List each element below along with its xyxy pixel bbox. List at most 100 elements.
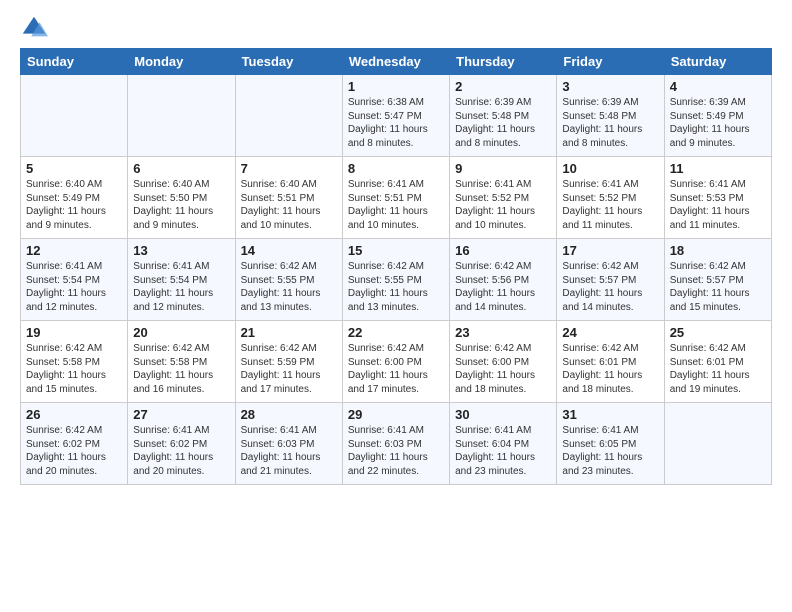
calendar-table: SundayMondayTuesdayWednesdayThursdayFrid… — [20, 48, 772, 485]
weekday-header-sunday: Sunday — [21, 49, 128, 75]
empty-cell — [664, 403, 771, 485]
day-number: 30 — [455, 407, 551, 422]
day-info: Sunrise: 6:40 AMSunset: 5:49 PMDaylight:… — [26, 178, 122, 232]
header — [20, 10, 772, 42]
day-info: Sunrise: 6:42 AMSunset: 5:58 PMDaylight:… — [133, 342, 229, 396]
empty-cell — [128, 75, 235, 157]
day-cell-8: 8 Sunrise: 6:41 AMSunset: 5:51 PMDaylight… — [342, 157, 449, 239]
day-info: Sunrise: 6:42 AMSunset: 6:00 PMDaylight:… — [455, 342, 551, 396]
day-cell-26: 26 Sunrise: 6:42 AMSunset: 6:02 PMDayligh… — [21, 403, 128, 485]
day-cell-4: 4 Sunrise: 6:39 AMSunset: 5:49 PMDaylight… — [664, 75, 771, 157]
day-cell-19: 19 Sunrise: 6:42 AMSunset: 5:58 PMDayligh… — [21, 321, 128, 403]
day-number: 7 — [241, 161, 337, 176]
day-info: Sunrise: 6:41 AMSunset: 6:05 PMDaylight:… — [562, 424, 658, 478]
day-cell-7: 7 Sunrise: 6:40 AMSunset: 5:51 PMDaylight… — [235, 157, 342, 239]
day-info: Sunrise: 6:41 AMSunset: 5:52 PMDaylight:… — [455, 178, 551, 232]
day-cell-11: 11 Sunrise: 6:41 AMSunset: 5:53 PMDayligh… — [664, 157, 771, 239]
day-number: 13 — [133, 243, 229, 258]
day-cell-12: 12 Sunrise: 6:41 AMSunset: 5:54 PMDayligh… — [21, 239, 128, 321]
weekday-header-thursday: Thursday — [450, 49, 557, 75]
day-number: 2 — [455, 79, 551, 94]
logo-icon — [20, 14, 48, 42]
day-cell-16: 16 Sunrise: 6:42 AMSunset: 5:56 PMDayligh… — [450, 239, 557, 321]
day-info: Sunrise: 6:41 AMSunset: 6:02 PMDaylight:… — [133, 424, 229, 478]
day-number: 16 — [455, 243, 551, 258]
day-cell-3: 3 Sunrise: 6:39 AMSunset: 5:48 PMDaylight… — [557, 75, 664, 157]
day-cell-14: 14 Sunrise: 6:42 AMSunset: 5:55 PMDayligh… — [235, 239, 342, 321]
day-number: 5 — [26, 161, 122, 176]
day-info: Sunrise: 6:40 AMSunset: 5:51 PMDaylight:… — [241, 178, 337, 232]
day-number: 25 — [670, 325, 766, 340]
weekday-header-wednesday: Wednesday — [342, 49, 449, 75]
day-cell-10: 10Sunrise: 6:41 AMSunset: 5:52 PMDayligh… — [557, 157, 664, 239]
day-cell-18: 18Sunrise: 6:42 AMSunset: 5:57 PMDayligh… — [664, 239, 771, 321]
day-info: Sunrise: 6:41 AMSunset: 6:03 PMDaylight:… — [241, 424, 337, 478]
day-info: Sunrise: 6:41 AMSunset: 6:03 PMDaylight:… — [348, 424, 444, 478]
day-cell-27: 27Sunrise: 6:41 AMSunset: 6:02 PMDayligh… — [128, 403, 235, 485]
day-cell-1: 1 Sunrise: 6:38 AMSunset: 5:47 PMDaylight… — [342, 75, 449, 157]
day-number: 9 — [455, 161, 551, 176]
day-info: Sunrise: 6:42 AMSunset: 5:59 PMDaylight:… — [241, 342, 337, 396]
day-number: 23 — [455, 325, 551, 340]
day-number: 8 — [348, 161, 444, 176]
day-number: 24 — [562, 325, 658, 340]
day-number: 31 — [562, 407, 658, 422]
day-cell-17: 17 Sunrise: 6:42 AMSunset: 5:57 PMDayligh… — [557, 239, 664, 321]
day-number: 20 — [133, 325, 229, 340]
day-number: 28 — [241, 407, 337, 422]
week-row-1: 1 Sunrise: 6:38 AMSunset: 5:47 PMDaylight… — [21, 75, 772, 157]
day-info: Sunrise: 6:42 AMSunset: 6:00 PMDaylight:… — [348, 342, 444, 396]
day-info: Sunrise: 6:42 AMSunset: 6:02 PMDaylight:… — [26, 424, 122, 478]
week-row-4: 19 Sunrise: 6:42 AMSunset: 5:58 PMDayligh… — [21, 321, 772, 403]
day-info: Sunrise: 6:39 AMSunset: 5:48 PMDaylight:… — [562, 96, 658, 150]
day-cell-9: 9 Sunrise: 6:41 AMSunset: 5:52 PMDaylight… — [450, 157, 557, 239]
day-number: 19 — [26, 325, 122, 340]
day-info: Sunrise: 6:41 AMSunset: 5:51 PMDaylight:… — [348, 178, 444, 232]
weekday-header-row: SundayMondayTuesdayWednesdayThursdayFrid… — [21, 49, 772, 75]
day-info: Sunrise: 6:42 AMSunset: 5:57 PMDaylight:… — [562, 260, 658, 314]
day-number: 12 — [26, 243, 122, 258]
day-cell-15: 15Sunrise: 6:42 AMSunset: 5:55 PMDayligh… — [342, 239, 449, 321]
empty-cell — [235, 75, 342, 157]
weekday-header-friday: Friday — [557, 49, 664, 75]
day-number: 21 — [241, 325, 337, 340]
day-info: Sunrise: 6:41 AMSunset: 5:52 PMDaylight:… — [562, 178, 658, 232]
weekday-header-tuesday: Tuesday — [235, 49, 342, 75]
day-cell-5: 5 Sunrise: 6:40 AMSunset: 5:49 PMDaylight… — [21, 157, 128, 239]
day-info: Sunrise: 6:40 AMSunset: 5:50 PMDaylight:… — [133, 178, 229, 232]
day-info: Sunrise: 6:41 AMSunset: 5:54 PMDaylight:… — [133, 260, 229, 314]
day-info: Sunrise: 6:42 AMSunset: 5:55 PMDaylight:… — [348, 260, 444, 314]
page: SundayMondayTuesdayWednesdayThursdayFrid… — [0, 0, 792, 612]
day-info: Sunrise: 6:41 AMSunset: 5:54 PMDaylight:… — [26, 260, 122, 314]
day-info: Sunrise: 6:39 AMSunset: 5:49 PMDaylight:… — [670, 96, 766, 150]
day-number: 1 — [348, 79, 444, 94]
day-number: 26 — [26, 407, 122, 422]
day-number: 17 — [562, 243, 658, 258]
day-number: 4 — [670, 79, 766, 94]
day-cell-21: 21 Sunrise: 6:42 AMSunset: 5:59 PMDayligh… — [235, 321, 342, 403]
week-row-5: 26 Sunrise: 6:42 AMSunset: 6:02 PMDayligh… — [21, 403, 772, 485]
day-info: Sunrise: 6:41 AMSunset: 5:53 PMDaylight:… — [670, 178, 766, 232]
day-cell-23: 23 Sunrise: 6:42 AMSunset: 6:00 PMDayligh… — [450, 321, 557, 403]
day-number: 22 — [348, 325, 444, 340]
day-number: 14 — [241, 243, 337, 258]
day-info: Sunrise: 6:38 AMSunset: 5:47 PMDaylight:… — [348, 96, 444, 150]
day-number: 18 — [670, 243, 766, 258]
day-number: 11 — [670, 161, 766, 176]
day-info: Sunrise: 6:42 AMSunset: 5:58 PMDaylight:… — [26, 342, 122, 396]
day-cell-29: 29 Sunrise: 6:41 AMSunset: 6:03 PMDayligh… — [342, 403, 449, 485]
day-cell-31: 31 Sunrise: 6:41 AMSunset: 6:05 PMDayligh… — [557, 403, 664, 485]
day-info: Sunrise: 6:42 AMSunset: 6:01 PMDaylight:… — [562, 342, 658, 396]
day-info: Sunrise: 6:42 AMSunset: 5:55 PMDaylight:… — [241, 260, 337, 314]
day-info: Sunrise: 6:42 AMSunset: 5:56 PMDaylight:… — [455, 260, 551, 314]
day-number: 6 — [133, 161, 229, 176]
day-number: 3 — [562, 79, 658, 94]
day-cell-6: 6 Sunrise: 6:40 AMSunset: 5:50 PMDaylight… — [128, 157, 235, 239]
day-cell-25: 25Sunrise: 6:42 AMSunset: 6:01 PMDayligh… — [664, 321, 771, 403]
day-cell-30: 30Sunrise: 6:41 AMSunset: 6:04 PMDayligh… — [450, 403, 557, 485]
day-cell-13: 13 Sunrise: 6:41 AMSunset: 5:54 PMDayligh… — [128, 239, 235, 321]
day-number: 29 — [348, 407, 444, 422]
day-cell-24: 24 Sunrise: 6:42 AMSunset: 6:01 PMDayligh… — [557, 321, 664, 403]
day-cell-22: 22 Sunrise: 6:42 AMSunset: 6:00 PMDayligh… — [342, 321, 449, 403]
empty-cell — [21, 75, 128, 157]
